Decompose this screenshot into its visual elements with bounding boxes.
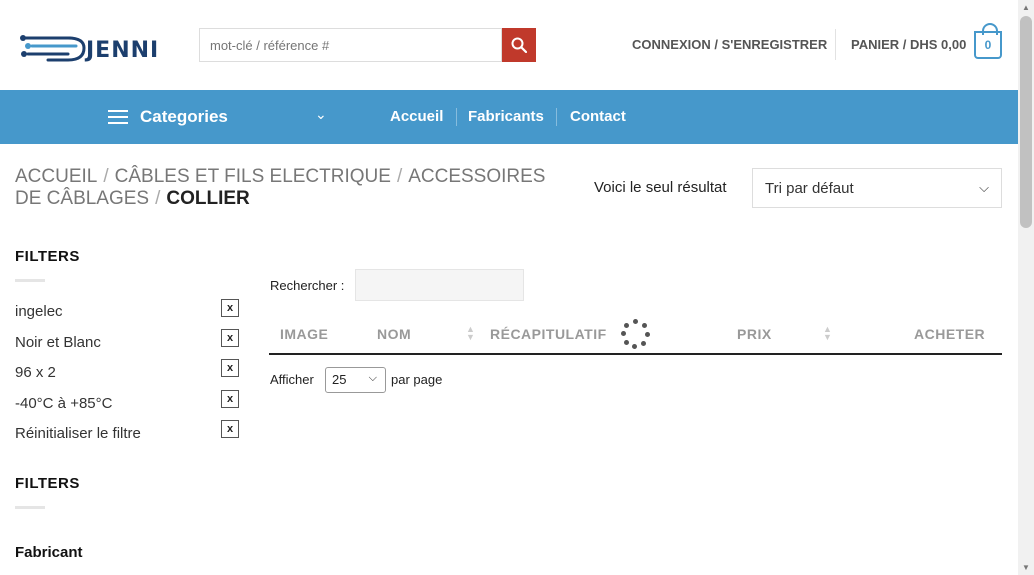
column-header-prix[interactable]: PRIX (737, 326, 772, 342)
site-logo[interactable]: JENNI (18, 24, 168, 68)
sort-icon[interactable]: ▲ ▼ (823, 325, 832, 342)
column-header-nom[interactable]: NOM (377, 326, 411, 342)
menu-icon[interactable] (108, 110, 128, 124)
breadcrumb-current: COLLIER (166, 188, 250, 209)
remove-filter-icon[interactable]: x (221, 329, 239, 347)
cart-link[interactable]: PANIER / DHS 0,00 (851, 37, 966, 52)
active-filter-label[interactable]: Noir et Blanc (15, 334, 101, 351)
active-filter-label[interactable]: ingelec (15, 303, 63, 320)
logo-text: JENNI (86, 38, 160, 63)
header-divider (835, 29, 836, 60)
loading-spinner-icon (621, 319, 651, 349)
nav-link-fabricants[interactable]: Fabricants (468, 108, 544, 125)
nav-link-contact[interactable]: Contact (570, 108, 626, 125)
show-label: Afficher (270, 372, 314, 387)
filters-heading: FILTERS (15, 248, 80, 265)
main-nav: Categories ⌄ Accueil Fabricants Contact (0, 90, 1018, 144)
heading-underline (15, 279, 45, 282)
search-input[interactable] (199, 28, 502, 62)
nav-separator (556, 108, 557, 126)
scroll-up-icon[interactable]: ▲ (1022, 3, 1030, 12)
reset-filter-link[interactable]: Réinitialiser le filtre (15, 425, 141, 442)
nav-separator (456, 108, 457, 126)
breadcrumb-separator: / (155, 188, 161, 209)
scroll-down-icon[interactable]: ▼ (1022, 563, 1030, 572)
vertical-scrollbar[interactable]: ▲ ▼ (1018, 0, 1034, 575)
breadcrumb-separator: / (103, 166, 109, 187)
site-header: JENNI CONNEXION / S'ENREGISTRER PANIER /… (0, 0, 1018, 90)
search-button[interactable] (502, 28, 536, 62)
breadcrumb-item-accueil[interactable]: ACCUEIL (15, 166, 97, 187)
login-register-link[interactable]: CONNEXION / S'ENREGISTRER (632, 37, 827, 52)
sort-select[interactable]: Tri par défaut ⌵ (752, 168, 1002, 208)
table-search-input[interactable] (355, 269, 524, 301)
breadcrumb-separator: / (396, 166, 403, 187)
reset-filter-icon[interactable]: x (221, 420, 239, 438)
per-page-value: 25 (332, 372, 347, 387)
remove-filter-icon[interactable]: x (221, 390, 239, 408)
table-search-label: Rechercher : (270, 278, 345, 293)
result-count-text: Voici le seul résultat (594, 179, 727, 196)
filters-heading-2: FILTERS (15, 475, 80, 492)
active-filter-label[interactable]: -40°C à +85°C (15, 395, 112, 412)
column-header-image: IMAGE (280, 326, 329, 342)
categories-menu[interactable]: Categories (140, 107, 228, 127)
breadcrumb: ACCUEIL / CÂBLES ET FILS ELECTRIQUE / ACCESS… (15, 166, 560, 210)
remove-filter-icon[interactable]: x (221, 359, 239, 377)
table-header-rule (269, 353, 1002, 355)
column-header-acheter: ACHETER (914, 326, 986, 342)
logo-circuit-icon (20, 35, 86, 62)
heading-underline (15, 506, 45, 509)
remove-filter-icon[interactable]: x (221, 299, 239, 317)
chevron-down-icon: ⌵ (979, 180, 989, 195)
nav-link-accueil[interactable]: Accueil (390, 108, 443, 125)
per-page-label: par page (391, 372, 443, 387)
breadcrumb-item-cables[interactable]: CÂBLES ET FILS ELECTRIQUE (115, 166, 391, 187)
search-icon (511, 37, 527, 53)
sort-icon[interactable]: ▲ ▼ (466, 325, 475, 342)
column-header-recapitulatif: RÉCAPITULATIF (490, 326, 607, 342)
per-page-select[interactable]: 25 ⌵ (325, 367, 386, 393)
manufacturer-filter-heading[interactable]: Fabricant (15, 544, 83, 561)
active-filter-label[interactable]: 96 x 2 (15, 364, 56, 381)
scrollbar-thumb[interactable] (1020, 16, 1032, 228)
chevron-down-icon: ⌵ (368, 372, 377, 384)
cart-count: 0 (984, 38, 992, 52)
chevron-down-icon[interactable]: ⌄ (315, 106, 327, 123)
sort-select-value: Tri par défaut (765, 180, 854, 197)
cart-bag-icon[interactable]: 0 (974, 23, 1002, 59)
